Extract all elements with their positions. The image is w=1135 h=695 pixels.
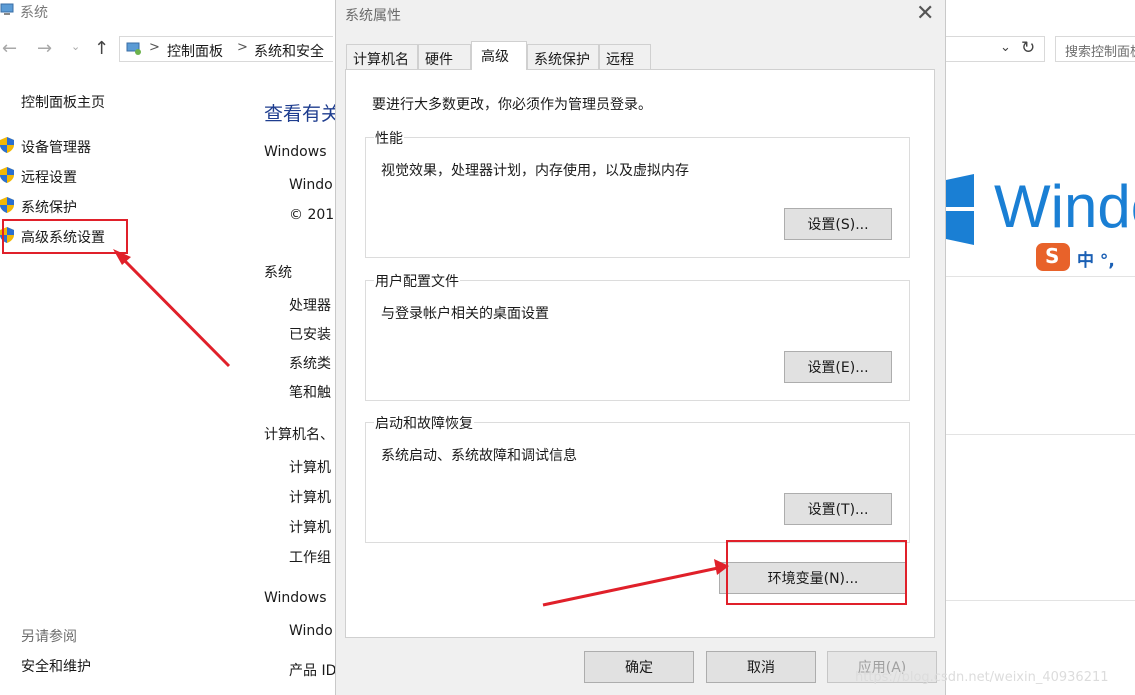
- detail-text: 计算机: [289, 490, 331, 506]
- ime-sogou-icon[interactable]: S: [1036, 243, 1070, 271]
- security-maintenance-link[interactable]: 安全和维护: [21, 656, 91, 676]
- ime-status[interactable]: 中 °,: [1077, 246, 1115, 271]
- breadcrumb-control-panel[interactable]: 控制面板: [167, 41, 223, 61]
- startup-recovery-settings-button[interactable]: 设置(T)...: [784, 493, 892, 525]
- detail-text: 计算机: [289, 460, 331, 476]
- search-input[interactable]: 搜索控制面板: [1055, 36, 1135, 62]
- up-arrow-icon[interactable]: ↑: [94, 38, 109, 59]
- window-title: 系统: [20, 5, 48, 21]
- control-panel-icon: [126, 42, 141, 55]
- cancel-button[interactable]: 取消: [706, 651, 816, 683]
- group-title: 性能: [374, 128, 404, 148]
- page-title: 查看有关: [264, 103, 341, 125]
- shield-icon: [0, 197, 14, 213]
- remote-settings-link[interactable]: 远程设置: [21, 167, 77, 187]
- detail-text: 笔和触: [289, 385, 331, 401]
- detail-text: 计算机: [289, 520, 331, 536]
- ok-button[interactable]: 确定: [584, 651, 694, 683]
- dialog-title: 系统属性: [345, 8, 401, 24]
- tab-remote[interactable]: 远程: [599, 44, 651, 69]
- breadcrumb-separator-icon: >: [237, 40, 248, 55]
- detail-text: 产品 ID: [289, 663, 337, 679]
- windows-logo-text: Windo: [994, 173, 1135, 240]
- group-title: 用户配置文件: [374, 271, 460, 291]
- windows-logo-icon: [946, 174, 974, 245]
- close-icon[interactable]: ✕: [916, 1, 934, 26]
- section-divider: [946, 276, 1135, 277]
- tab-advanced[interactable]: 高级: [471, 41, 527, 70]
- shield-icon: [0, 167, 14, 183]
- group-title: 启动和故障恢复: [374, 413, 474, 433]
- section-label: 计算机名、: [264, 427, 334, 443]
- detail-text: Windo: [289, 623, 333, 639]
- group-description: 视觉效果，处理器计划，内存使用，以及虚拟内存: [381, 163, 689, 179]
- address-dropdown-icon[interactable]: ⌄: [1000, 40, 1011, 55]
- highlight-box: [2, 219, 128, 254]
- user-profiles-settings-button[interactable]: 设置(E)...: [784, 351, 892, 383]
- computer-icon: [0, 3, 14, 15]
- section-label: Windows: [264, 590, 327, 606]
- tab-system-protection[interactable]: 系统保护: [527, 44, 599, 69]
- shield-icon: [0, 137, 14, 153]
- breadcrumb-system-security[interactable]: 系统和安全: [254, 41, 324, 61]
- section-label: Windows: [264, 144, 327, 160]
- tab-hardware[interactable]: 硬件: [418, 44, 471, 69]
- control-panel-home-link[interactable]: 控制面板主页: [21, 92, 105, 112]
- section-divider: [946, 600, 1135, 601]
- breadcrumb-separator-icon: >: [149, 40, 160, 55]
- red-arrow-icon: [113, 249, 231, 368]
- group-description: 与登录帐户相关的桌面设置: [381, 306, 549, 322]
- detail-text: 已安装: [289, 327, 331, 343]
- see-also-title: 另请参阅: [21, 629, 77, 645]
- device-manager-link[interactable]: 设备管理器: [21, 137, 91, 157]
- detail-text: Windo: [289, 177, 333, 193]
- section-divider: [946, 434, 1135, 435]
- detail-text: 系统类: [289, 356, 331, 372]
- admin-notice: 要进行大多数更改，你必须作为管理员登录。: [372, 97, 652, 113]
- tab-computer-name[interactable]: 计算机名: [346, 44, 418, 69]
- detail-text: © 201: [289, 207, 335, 223]
- performance-settings-button[interactable]: 设置(S)...: [784, 208, 892, 240]
- section-label: 系统: [264, 265, 292, 281]
- system-protection-link[interactable]: 系统保护: [21, 197, 77, 217]
- group-description: 系统启动、系统故障和调试信息: [381, 448, 577, 464]
- recent-chevron-icon[interactable]: ⌄: [71, 40, 80, 53]
- startup-recovery-group: 启动和故障恢复 系统启动、系统故障和调试信息 设置(T)...: [365, 413, 910, 543]
- watermark: https://blog.csdn.net/weixin_40936211: [855, 670, 1109, 685]
- performance-group: 性能 视觉效果，处理器计划，内存使用，以及虚拟内存 设置(S)...: [365, 128, 910, 258]
- forward-arrow-icon[interactable]: →: [37, 38, 52, 59]
- detail-text: 处理器: [289, 298, 331, 314]
- refresh-icon[interactable]: ↻: [1021, 38, 1035, 58]
- highlight-box: [726, 540, 907, 605]
- user-profiles-group: 用户配置文件 与登录帐户相关的桌面设置 设置(E)...: [365, 271, 910, 401]
- back-arrow-icon[interactable]: ←: [2, 38, 17, 59]
- detail-text: 工作组: [289, 550, 331, 566]
